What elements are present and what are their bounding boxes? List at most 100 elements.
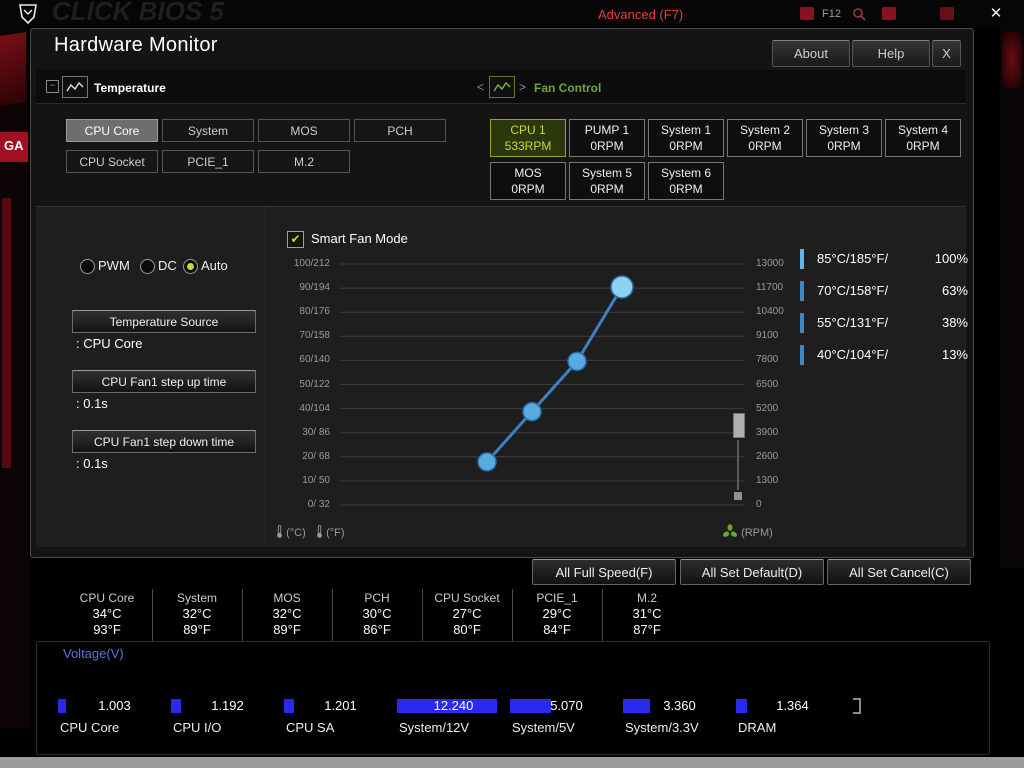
readout-fahrenheit: 84°F [543,622,571,637]
readout-celsius: 31°C [632,606,662,621]
fan-button-cpu1[interactable]: CPU 1 533RPM [490,119,566,157]
left-axis-tick: 100/212 [293,258,330,269]
fahrenheit-legend: (°F) [316,524,345,539]
temp-button-pch[interactable]: PCH [354,119,446,142]
fan-curve-line [485,286,624,463]
fan-button-system4[interactable]: System 4 0RPM [885,119,961,157]
panel-divider [265,206,266,546]
temperature-section-label: Temperature [94,81,166,95]
temp-button-system[interactable]: System [162,119,254,142]
radio-pwm[interactable] [80,259,95,274]
fan-curve-point[interactable] [567,351,587,372]
radio-pwm-label: PWM [98,258,130,273]
radio-auto[interactable] [183,259,198,274]
fan-rpm: 0RPM [590,182,624,196]
celsius-legend: (°C) [276,524,306,539]
readout-separator [512,589,513,641]
step-up-time-value: : 0.1s [76,396,108,411]
all-set-default-button[interactable]: All Set Default(D) [680,559,824,585]
fan-curve-plot[interactable] [340,252,750,514]
fan-graph-icon [489,76,515,98]
right-axis-tick: 7800 [756,354,779,366]
about-button[interactable]: About [772,40,850,67]
right-axis: 13000 11700 10400 9100 7800 6500 5200 3900 2600 1… [754,252,806,514]
fan-button-pump1[interactable]: PUMP 1 0RPM [569,119,645,157]
right-axis-tick: 10400 [756,306,784,318]
step-up-time-button[interactable]: CPU Fan1 step up time [72,370,256,393]
fan-speed-slider-handle[interactable] [733,413,745,438]
voltage-value: 1.192 [211,698,244,713]
temp-button-cpu-core[interactable]: CPU Core [66,119,158,142]
readout-mos: MOS 32°C 89°F [242,590,332,638]
fan-name: System 1 [660,122,711,137]
fan-button-system6[interactable]: System 6 0RPM [648,162,724,200]
voltage-item-cpu-io: 1.192 CPU I/O [171,698,284,748]
fan-name: CPU 1 [510,122,546,137]
point-percent-value: 13% [941,347,968,362]
left-axis-tick: 50/122 [299,378,330,390]
fan-rpm: 0RPM [827,139,861,153]
voltage-name: System/3.3V [625,720,699,735]
fan-curve-point[interactable] [522,401,542,422]
voltage-name: CPU I/O [173,720,222,735]
radio-auto-label: Auto [201,258,228,273]
temperature-source-button[interactable]: Temperature Source [72,310,256,333]
temp-button-cpu-socket[interactable]: CPU Socket [66,150,158,173]
voltage-value: 12.240 [433,698,474,713]
fan-point-row: 55°C/131°F/ 38% [800,312,968,333]
right-axis-tick: 3900 [756,426,779,438]
fan-button-mos[interactable]: MOS 0RPM [490,162,566,200]
step-down-time-button[interactable]: CPU Fan1 step down time [72,430,256,453]
readout-pch: PCH 30°C 86°F [332,590,422,638]
fan-control-section-label: Fan Control [534,81,602,95]
readout-celsius: 32°C [272,606,302,621]
fan-prev-arrow-icon[interactable]: < [477,80,484,94]
fan-button-system2[interactable]: System 2 0RPM [727,119,803,157]
fan-curve-point[interactable] [477,452,497,472]
fan-rpm: 0RPM [590,139,624,153]
fan-curve-chart: 100/212 90/194 80/176 70/158 60/140 50/122 40/… [272,252,812,552]
fan-rpm: 0RPM [748,139,782,153]
voltage-panel: Voltage(V) 1.003 CPU Core 1.192 CPU I/O … [36,641,990,755]
all-full-speed-button[interactable]: All Full Speed(F) [532,559,676,585]
fan-curve-point[interactable] [610,275,634,299]
readout-m2: M.2 31°C 87°F [602,590,692,638]
fan-button-system5[interactable]: System 5 0RPM [569,162,645,200]
right-axis-tick: 5200 [756,402,779,414]
temp-button-m2[interactable]: M.2 [258,150,350,173]
temp-button-pcie1[interactable]: PCIE_1 [162,150,254,173]
right-axis-tick: 13000 [756,258,784,269]
point-color-bar [800,344,804,365]
right-axis-tick: 0 [756,499,762,510]
fan-next-arrow-icon[interactable]: > [519,80,526,94]
readout-name: System [176,591,217,605]
fan-name: System 2 [739,122,790,137]
fan-icon [723,524,737,537]
readout-name: PCIE_1 [536,591,578,605]
readout-system: System 32°C 89°F [152,590,242,638]
all-set-cancel-button[interactable]: All Set Cancel(C) [827,559,971,585]
collapse-icon[interactable]: − [46,80,59,93]
temp-button-mos[interactable]: MOS [258,119,350,142]
left-axis-tick: 20/ 68 [302,450,330,462]
point-color-bar [800,248,804,269]
readout-name: PCH [364,591,390,605]
fan-rpm: 0RPM [906,139,940,153]
readout-fahrenheit: 93°F [93,622,121,637]
point-temp-label: 85°C/185°F/ [817,251,889,266]
voltage-value: 1.364 [776,698,809,713]
left-axis-tick: 80/176 [299,306,330,318]
rpm-legend: (RPM) [722,524,773,540]
voltage-name: CPU Core [60,720,120,735]
fan-button-system1[interactable]: System 1 0RPM [648,119,724,157]
readout-name: CPU Socket [434,591,500,605]
point-color-bar [800,280,804,301]
readout-fahrenheit: 89°F [273,622,301,637]
thermometer-icon [317,524,322,538]
fan-button-system3[interactable]: System 3 0RPM [806,119,882,157]
help-button[interactable]: Help [852,40,930,67]
close-button[interactable]: X [932,40,961,67]
smart-fan-checkbox[interactable] [287,231,304,248]
fan-rpm: 533RPM [504,139,552,153]
radio-dc[interactable] [140,259,155,274]
